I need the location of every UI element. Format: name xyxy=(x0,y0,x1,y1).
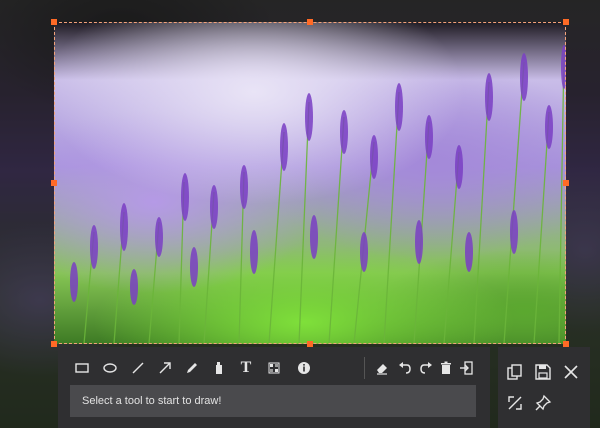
resize-handle-left[interactable] xyxy=(51,180,57,186)
pin-icon xyxy=(535,394,552,411)
rectangle-tool[interactable] xyxy=(72,358,92,378)
hint-bar: Select a tool to start to draw! xyxy=(70,385,476,417)
eraser-icon xyxy=(377,364,387,375)
mosaic-tool[interactable] xyxy=(264,358,284,378)
arrow-tool[interactable] xyxy=(155,358,175,378)
exit-button[interactable] xyxy=(456,358,476,378)
pin-button[interactable] xyxy=(532,392,554,414)
pencil-icon xyxy=(187,363,197,373)
ellipse-tool[interactable] xyxy=(100,358,120,378)
text-icon: T xyxy=(240,359,252,376)
hint-text: Select a tool to start to draw! xyxy=(82,395,222,407)
trash-icon xyxy=(441,361,451,374)
line-tool[interactable] xyxy=(128,358,148,378)
ellipse-icon xyxy=(103,363,117,373)
highlighter-tool[interactable] xyxy=(209,358,229,378)
toolbar-separator xyxy=(364,357,365,379)
redo-button[interactable] xyxy=(416,358,436,378)
line-icon xyxy=(132,362,144,374)
arrow-icon xyxy=(159,362,171,374)
mosaic-icon xyxy=(268,362,280,374)
fullscreen-button[interactable] xyxy=(504,392,526,414)
pen-tool[interactable] xyxy=(182,358,202,378)
expand-icon xyxy=(508,396,522,410)
resize-handle-right[interactable] xyxy=(563,180,569,186)
redo-icon xyxy=(420,362,432,374)
resize-handle-top-left[interactable] xyxy=(51,19,57,25)
annotation-toolbar: T Select a tool to start to draw! xyxy=(58,347,490,428)
callout-icon xyxy=(298,362,310,374)
marker-icon xyxy=(216,362,222,374)
eraser-tool[interactable] xyxy=(372,358,392,378)
copy-icon xyxy=(507,364,522,380)
delete-button[interactable] xyxy=(436,358,456,378)
text-tool[interactable]: T xyxy=(236,358,256,378)
action-panel xyxy=(498,347,590,428)
copy-button[interactable] xyxy=(504,361,526,383)
exit-icon xyxy=(460,361,473,375)
save-button[interactable] xyxy=(532,361,554,383)
undo-icon xyxy=(399,362,411,374)
resize-handle-bottom-left[interactable] xyxy=(51,341,57,347)
close-button[interactable] xyxy=(560,361,582,383)
close-icon xyxy=(564,365,578,379)
resize-handle-top[interactable] xyxy=(307,19,313,25)
tool-row: T xyxy=(58,347,490,387)
undo-button[interactable] xyxy=(395,358,415,378)
resize-handle-top-right[interactable] xyxy=(563,19,569,25)
callout-tool[interactable] xyxy=(294,358,314,378)
rectangle-icon xyxy=(75,363,89,373)
selection-border[interactable] xyxy=(54,22,566,344)
save-icon xyxy=(535,364,551,380)
